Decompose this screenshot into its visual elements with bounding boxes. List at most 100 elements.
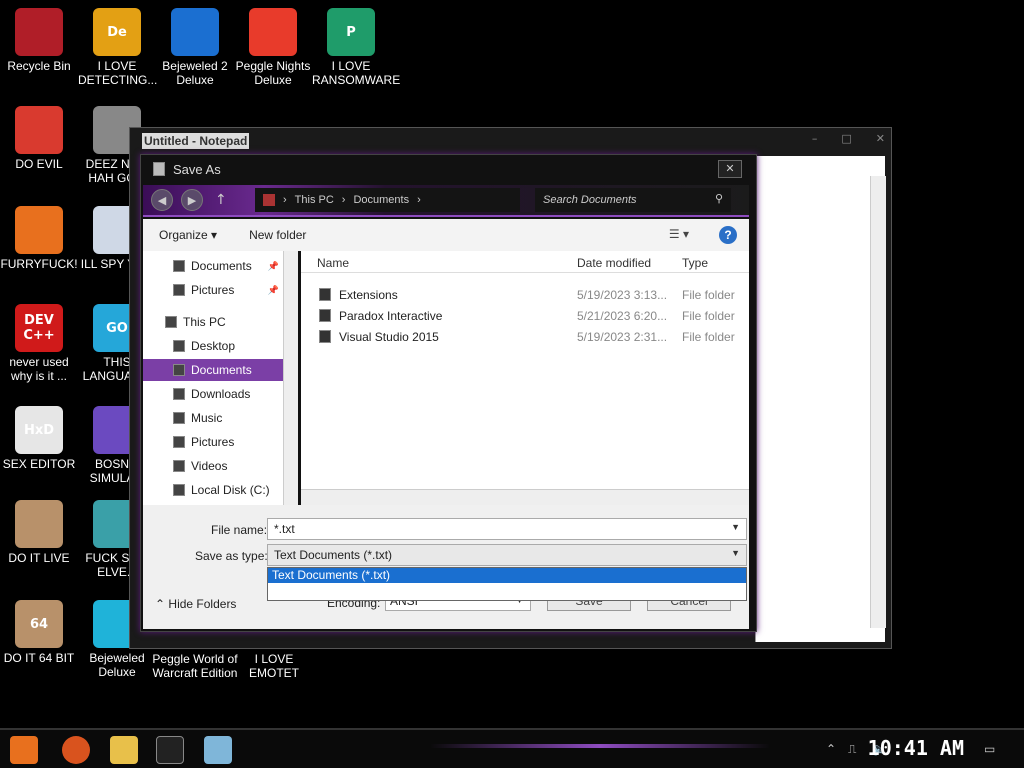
navigation-bar: ◀ ▶ ↑ › This PC › Documents › Search Doc… bbox=[143, 185, 749, 217]
save-type-value: Text Documents (*.txt) bbox=[274, 548, 393, 562]
desktop-icon[interactable]: 64 DO IT 64 BIT bbox=[0, 600, 78, 665]
folder-icon bbox=[319, 288, 331, 301]
desktop-icon[interactable]: De I LOVE DETECTING... bbox=[78, 8, 158, 87]
search-icon: ⚲ bbox=[714, 193, 723, 205]
maximize-button[interactable]: □ bbox=[841, 132, 851, 145]
chevron-up-icon: ⌃ bbox=[155, 597, 166, 611]
chevron-down-icon[interactable]: ▼ bbox=[731, 522, 740, 532]
nav-item-label: Documents bbox=[191, 259, 252, 273]
file-row[interactable]: Visual Studio 2015 5/19/2023 2:31... File … bbox=[301, 327, 749, 347]
terminal-taskbar-icon[interactable] bbox=[156, 736, 184, 764]
organize-button[interactable]: Organize ▾ bbox=[159, 228, 217, 242]
search-input[interactable]: Search Documents ⚲ bbox=[535, 188, 731, 212]
nav-item[interactable]: Videos bbox=[143, 455, 283, 477]
navigation-scrollbar[interactable] bbox=[283, 251, 298, 505]
notepad-titlebar[interactable]: Untitled - Notepad bbox=[130, 128, 891, 154]
column-headers: Name Date modified Type bbox=[301, 251, 749, 273]
nav-item[interactable]: Pictures bbox=[143, 431, 283, 453]
start-button-icon[interactable] bbox=[10, 736, 38, 764]
breadcrumb-this-pc[interactable]: This PC bbox=[295, 194, 334, 206]
notepad-title: Untitled - Notepad bbox=[142, 133, 250, 149]
nav-item-label: Pictures bbox=[191, 283, 235, 297]
nav-item-label: Local Disk (C:) bbox=[191, 483, 270, 497]
view-options-icon[interactable]: ☰ ▾ bbox=[669, 227, 689, 241]
nav-item[interactable]: Desktop bbox=[143, 335, 283, 357]
folder-icon bbox=[173, 260, 185, 272]
nav-item[interactable]: Documents bbox=[143, 359, 283, 381]
file-list: Name Date modified Type Extensions 5/19/2… bbox=[301, 251, 749, 505]
up-arrow-icon[interactable]: ↑ bbox=[215, 192, 227, 208]
breadcrumb-documents[interactable]: Documents bbox=[353, 194, 409, 206]
pin-icon[interactable]: 📌 bbox=[268, 261, 279, 272]
address-bar[interactable]: › This PC › Documents › bbox=[255, 188, 520, 212]
nav-item[interactable]: Music bbox=[143, 407, 283, 429]
notepad-editor[interactable] bbox=[755, 156, 885, 642]
chevron-down-icon[interactable]: ▼ bbox=[731, 548, 740, 558]
desktop-icon[interactable]: P I LOVE RANSOMWARE bbox=[312, 8, 401, 87]
folder-icon bbox=[263, 194, 275, 206]
folder-icon bbox=[173, 284, 185, 296]
clock[interactable]: 10:41 AM bbox=[868, 736, 964, 760]
bejeweled2-icon bbox=[171, 8, 219, 56]
nav-item[interactable]: This PC bbox=[143, 311, 283, 333]
dialog-close-button[interactable]: ✕ bbox=[718, 160, 742, 178]
desktop-icon-label: SEX EDITOR bbox=[2, 457, 76, 471]
notification-icon[interactable]: ▭ bbox=[984, 742, 995, 756]
desktop-icon-label: DO IT LIVE bbox=[8, 551, 70, 565]
new-folder-button[interactable]: New folder bbox=[249, 228, 306, 242]
option-text-documents[interactable]: Text Documents (*.txt) bbox=[268, 568, 746, 583]
file-name-input[interactable]: *.txt ▼ bbox=[267, 518, 747, 540]
nav-item[interactable]: Downloads bbox=[143, 383, 283, 405]
dialog-titlebar[interactable]: Save As bbox=[141, 155, 756, 183]
hxd-icon: HxD bbox=[15, 406, 63, 454]
desktop-icon-label: Peggle Nights Deluxe bbox=[235, 59, 311, 87]
save-type-select[interactable]: Text Documents (*.txt) ▼ bbox=[267, 544, 747, 566]
desktop-icon-label: Recycle Bin bbox=[7, 59, 71, 73]
file-list-hscrollbar[interactable] bbox=[301, 489, 749, 505]
nav-item[interactable]: Documents 📌 bbox=[143, 255, 283, 277]
desktop-icon[interactable]: HxD SEX EDITOR bbox=[0, 406, 78, 471]
save-type-label: Save as type: bbox=[195, 549, 268, 563]
desktop-icon-label: I LOVE RANSOMWARE bbox=[312, 59, 401, 87]
option-all-files[interactable]: All Files (*.*) bbox=[268, 583, 746, 598]
file-date: 5/21/2023 6:20... bbox=[577, 309, 668, 323]
desktop-icon-label: I LOVE DETECTING... bbox=[78, 59, 158, 87]
file-row[interactable]: Extensions 5/19/2023 3:13... File folder bbox=[301, 285, 749, 305]
forward-icon[interactable]: ▶ bbox=[181, 189, 203, 211]
peggle-wow-label[interactable]: Peggle World of Warcraft Edition bbox=[150, 652, 240, 680]
emotet-text: I LOVE EMOTET bbox=[249, 652, 299, 680]
file-row[interactable]: Paradox Interactive 5/21/2023 6:20... File… bbox=[301, 306, 749, 326]
column-date-modified[interactable]: Date modified bbox=[577, 256, 651, 270]
tray-chevron-icon[interactable]: ⌃ bbox=[826, 742, 836, 756]
nav-item-label: Desktop bbox=[191, 339, 236, 353]
desktop-icon-label: never used why is it ... bbox=[9, 355, 69, 383]
desktop-icon[interactable]: DO IT LIVE bbox=[0, 500, 78, 565]
desktop-icon[interactable]: Peggle Nights Deluxe bbox=[234, 8, 312, 87]
navigation-pane: Documents 📌 Pictures 📌 This PC Desktop Documen… bbox=[143, 251, 298, 505]
minimize-button[interactable]: – bbox=[812, 132, 818, 145]
desktop-icon[interactable]: FURRYFUCK! bbox=[0, 206, 78, 271]
desktop-icon[interactable]: DEV C++ never used why is it ... bbox=[0, 304, 78, 383]
desktop-icon[interactable]: DO EVIL bbox=[0, 106, 78, 171]
network-icon[interactable]: ⎍ bbox=[848, 742, 856, 757]
notepad-taskbar-icon[interactable] bbox=[204, 736, 232, 764]
chevron-right-icon: › bbox=[417, 194, 421, 206]
close-button[interactable]: ✕ bbox=[876, 132, 885, 145]
nav-item[interactable]: Pictures 📌 bbox=[143, 279, 283, 301]
nav-item[interactable]: Local Disk (C:) bbox=[143, 479, 283, 501]
taskbar-decoration bbox=[430, 744, 770, 748]
back-icon[interactable]: ◀ bbox=[151, 189, 173, 211]
notepad-small-icon bbox=[153, 162, 165, 176]
hide-folders-button[interactable]: ⌃ Hide Folders bbox=[155, 597, 236, 611]
file-explorer-taskbar-icon[interactable] bbox=[110, 736, 138, 764]
firefox-taskbar-icon[interactable] bbox=[62, 736, 90, 764]
recycle-bin-icon bbox=[15, 8, 63, 56]
column-name[interactable]: Name bbox=[317, 256, 349, 270]
help-icon[interactable]: ? bbox=[719, 226, 737, 244]
desktop-icon[interactable]: Bejeweled 2 Deluxe bbox=[156, 8, 234, 87]
notepad-scrollbar[interactable] bbox=[870, 176, 886, 628]
pin-icon[interactable]: 📌 bbox=[268, 285, 279, 296]
emotet-label[interactable]: I LOVE EMOTET bbox=[232, 652, 316, 680]
desktop-icon[interactable]: Recycle Bin bbox=[0, 8, 78, 73]
column-type[interactable]: Type bbox=[682, 256, 708, 270]
